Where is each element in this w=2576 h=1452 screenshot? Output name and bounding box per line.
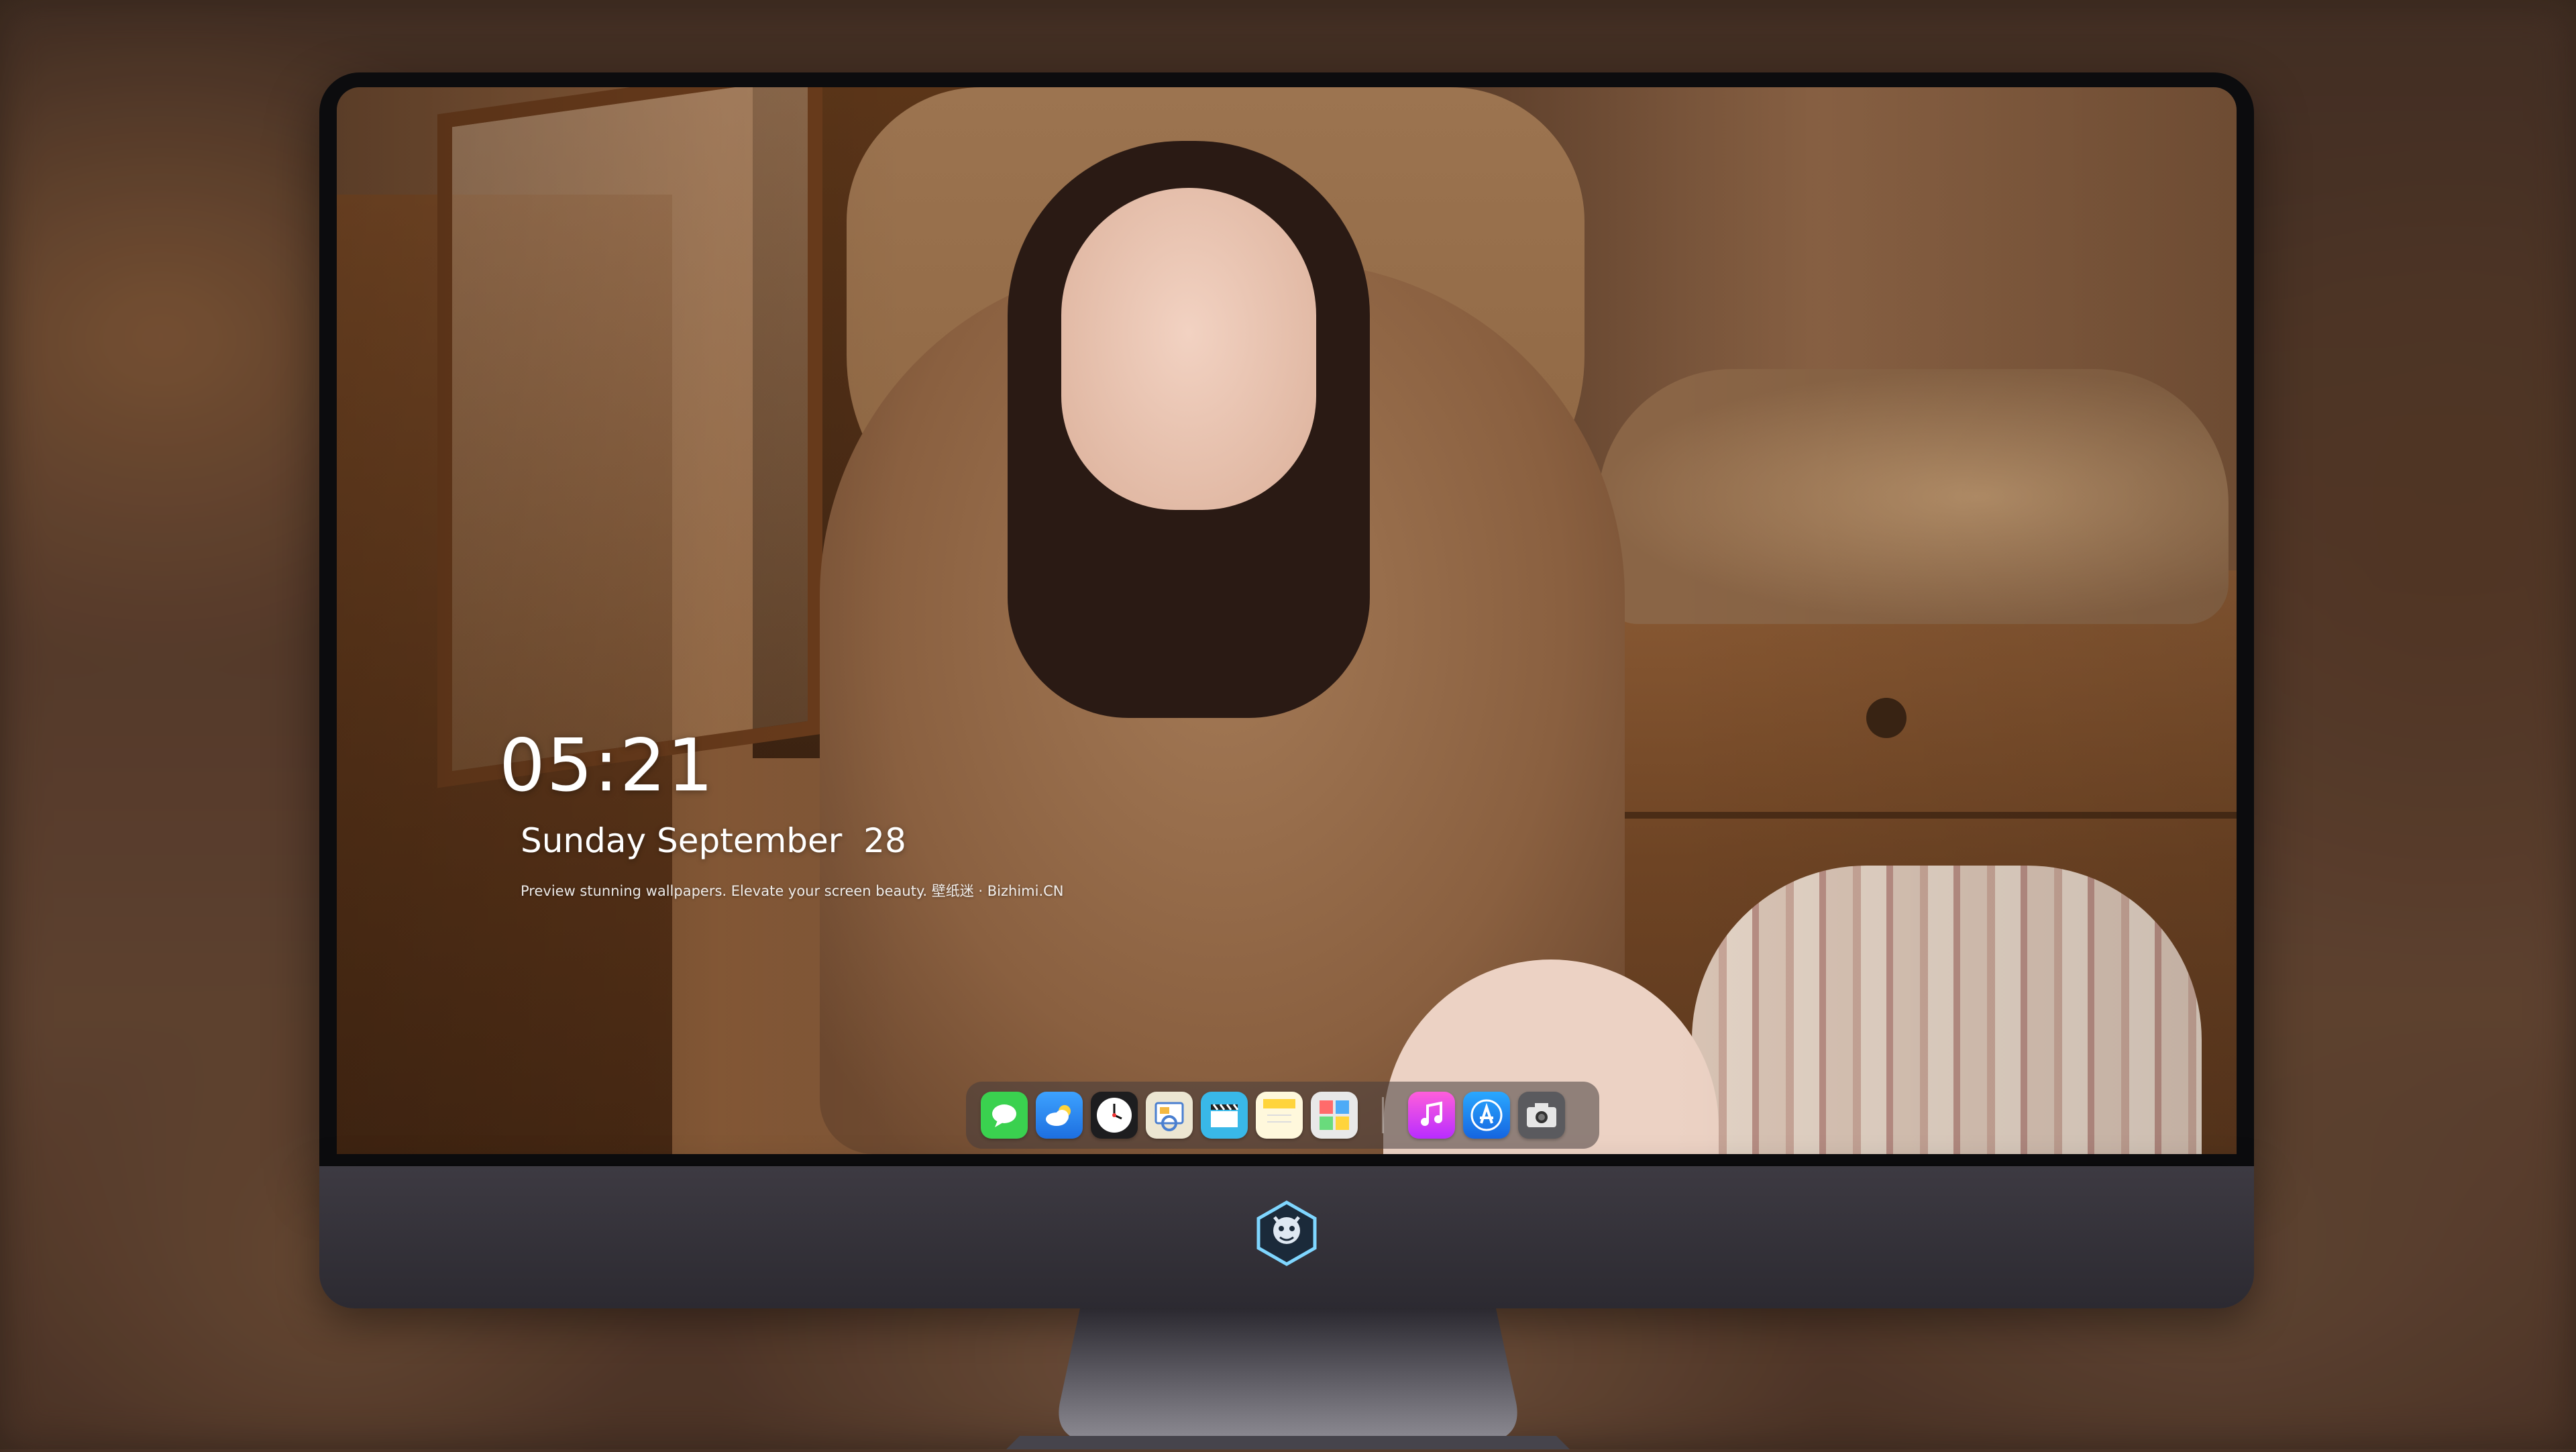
dock-item-weather[interactable]: [1036, 1092, 1083, 1139]
dock: [966, 1082, 1599, 1149]
wallpaper-vignette: [337, 87, 2237, 1154]
dock-item-messages[interactable]: [981, 1092, 1028, 1139]
note-pad-icon: [1260, 1096, 1298, 1134]
monitor-stand: [993, 1308, 1583, 1449]
clapperboard-icon: [1207, 1099, 1242, 1131]
dock-item-camera[interactable]: [1518, 1092, 1565, 1139]
dragon-emblem-icon: [1253, 1200, 1320, 1267]
dock-item-app-store[interactable]: [1463, 1092, 1510, 1139]
camera-icon: [1524, 1100, 1559, 1130]
dock-item-music[interactable]: [1408, 1092, 1455, 1139]
app-store-a-icon: [1469, 1098, 1504, 1133]
cloud-icon: [1042, 1102, 1077, 1129]
lockscreen-tagline: Preview stunning wallpapers. Elevate you…: [521, 884, 1064, 898]
dock-item-clips[interactable]: [1201, 1092, 1248, 1139]
photo-viewer-icon: [1152, 1098, 1187, 1133]
dock-item-clock[interactable]: [1091, 1092, 1138, 1139]
speech-bubble-icon: [988, 1099, 1020, 1131]
photo-collage-icon: [1316, 1096, 1353, 1134]
screen-wallpaper[interactable]: [337, 87, 2237, 1154]
clock-face-icon: [1095, 1096, 1134, 1135]
dock-item-preview[interactable]: [1146, 1092, 1193, 1139]
music-note-icon: [1415, 1099, 1448, 1131]
screen-bezel: [319, 72, 2254, 1166]
dock-item-photo-booth[interactable]: [1311, 1092, 1358, 1139]
lockscreen-date: Sunday September 28: [521, 824, 906, 858]
dock-separator: [1382, 1097, 1384, 1133]
lockscreen-time: 05:21: [499, 730, 714, 802]
dock-item-notes[interactable]: [1256, 1092, 1303, 1139]
